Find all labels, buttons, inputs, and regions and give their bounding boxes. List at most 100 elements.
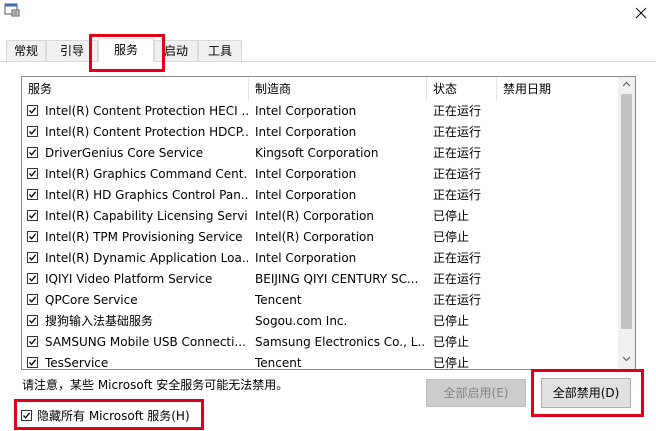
service-checkbox[interactable] (27, 126, 38, 137)
service-checkbox[interactable] (27, 252, 38, 263)
table-row[interactable]: Intel(R) Content Protection HDCP... Intel… (22, 122, 619, 143)
service-checkbox[interactable] (27, 189, 38, 200)
disable-date (503, 353, 613, 369)
tab-tools[interactable]: 工具 (198, 40, 242, 61)
table-row[interactable]: TesService Tencent 已停止 (22, 353, 619, 370)
service-name: Intel(R) Content Protection HECI ... (45, 104, 248, 118)
service-status: 正在运行 (433, 188, 482, 202)
service-checkbox[interactable] (27, 357, 38, 368)
column-header-disable-date[interactable]: 禁用日期 (497, 77, 619, 101)
service-checkbox[interactable] (27, 273, 38, 284)
tab-boot[interactable]: 引导 (46, 40, 98, 61)
service-checkbox[interactable] (27, 105, 38, 116)
checkmark-icon (29, 107, 37, 114)
tab-startup[interactable]: 启动 (154, 40, 198, 61)
service-checkbox[interactable] (27, 336, 38, 347)
scroll-down-button[interactable] (618, 352, 635, 369)
table-row[interactable]: Intel(R) Content Protection HECI ... Inte… (22, 101, 619, 122)
scrollbar-thumb[interactable] (621, 94, 632, 329)
msconfig-icon (4, 3, 20, 17)
service-name: Intel(R) HD Graphics Control Pan... (45, 188, 248, 202)
service-name: Intel(R) Capability Licensing Servi... (45, 209, 248, 223)
table-row[interactable]: DriverGenius Core Service Kingsoft Corpor… (22, 143, 619, 164)
service-status: 正在运行 (433, 125, 482, 139)
checkmark-icon (29, 128, 37, 135)
service-checkbox[interactable] (27, 210, 38, 221)
service-checkbox[interactable] (27, 231, 38, 242)
disable-date (503, 248, 613, 269)
vendor-name: Intel Corporation (255, 104, 357, 118)
vertical-scrollbar[interactable] (618, 77, 635, 369)
close-button[interactable] (630, 2, 652, 24)
hide-microsoft-services-label: 隐藏所有 Microsoft 服务(H) (37, 409, 190, 423)
disable-date (503, 164, 613, 185)
service-status: 正在运行 (433, 104, 482, 118)
disable-date (503, 269, 613, 290)
service-name: DriverGenius Core Service (45, 146, 204, 160)
service-name: IQIYI Video Platform Service (45, 272, 213, 286)
services-list[interactable]: 服务 制造商 状态 禁用日期 Intel(R) Content Protecti… (21, 76, 636, 370)
table-row[interactable]: 搜狗输入法基础服务 Sogou.com Inc. 已停止 (22, 311, 619, 332)
disable-date (503, 227, 613, 248)
service-checkbox[interactable] (27, 147, 38, 158)
service-status: 正在运行 (433, 251, 482, 265)
checkmark-icon (29, 338, 37, 345)
table-row[interactable]: Intel(R) Dynamic Application Loa... Intel… (22, 248, 619, 269)
checkmark-icon (29, 359, 37, 366)
vendor-name: Intel Corporation (255, 167, 357, 181)
service-name: SAMSUNG Mobile USB Connecti... (45, 335, 246, 349)
tab-general[interactable]: 常规 (6, 40, 46, 61)
checkmark-icon (29, 170, 37, 177)
disable-date (503, 122, 613, 143)
vendor-name: Samsung Electronics Co., L... (255, 335, 425, 349)
vendor-name: Intel Corporation (255, 125, 357, 139)
table-row[interactable]: IQIYI Video Platform Service BEIJING QIYI… (22, 269, 619, 290)
service-status: 正在运行 (433, 272, 482, 286)
column-header-vendor[interactable]: 制造商 (249, 77, 427, 101)
checkmark-icon (29, 149, 37, 156)
service-status: 已停止 (433, 335, 470, 349)
table-row[interactable]: SAMSUNG Mobile USB Connecti... Samsung El… (22, 332, 619, 353)
disable-date (503, 143, 613, 164)
checkbox[interactable] (21, 410, 32, 421)
checkmark-icon (29, 254, 37, 261)
tab-services[interactable]: 服务 (98, 38, 154, 62)
checkmark-icon (29, 233, 37, 240)
table-row[interactable]: QPCore Service Tencent 正在运行 (22, 290, 619, 311)
column-header-service[interactable]: 服务 (22, 77, 249, 101)
table-row[interactable]: Intel(R) Graphics Command Cent... Intel C… (22, 164, 619, 185)
service-status: 已停止 (433, 356, 470, 370)
service-name: QPCore Service (45, 293, 138, 307)
disable-date (503, 332, 613, 353)
checkmark-icon (29, 275, 37, 282)
vendor-name: Intel Corporation (255, 251, 357, 265)
vendor-name: Kingsoft Corporation (255, 146, 379, 160)
enable-all-button[interactable]: 全部启用(E) (426, 379, 526, 407)
service-status: 正在运行 (433, 293, 482, 307)
vendor-name: Tencent (255, 293, 302, 307)
disable-date (503, 311, 613, 332)
checkmark-icon (29, 212, 37, 219)
close-icon (630, 7, 652, 27)
vendor-name: Tencent (255, 356, 302, 370)
service-name: TesService (45, 356, 109, 370)
disable-date (503, 290, 613, 311)
table-row[interactable]: Intel(R) HD Graphics Control Pan... Intel… (22, 185, 619, 206)
checkmark-icon (29, 317, 37, 324)
service-status: 已停止 (433, 209, 470, 223)
scroll-up-button[interactable] (618, 77, 635, 94)
disable-all-button[interactable]: 全部禁用(D) (541, 378, 631, 408)
service-checkbox[interactable] (27, 168, 38, 179)
service-name: Intel(R) TPM Provisioning Service (45, 230, 243, 244)
chevron-up-icon (622, 80, 631, 90)
table-row[interactable]: Intel(R) TPM Provisioning Service Intel(R… (22, 227, 619, 248)
disable-date (503, 185, 613, 206)
vendor-name: BEIJING QIYI CENTURY SC... (255, 272, 419, 286)
column-header-status[interactable]: 状态 (427, 77, 497, 101)
checkmark-icon (29, 296, 37, 303)
service-status: 正在运行 (433, 167, 482, 181)
table-row[interactable]: Intel(R) Capability Licensing Servi... In… (22, 206, 619, 227)
service-checkbox[interactable] (27, 294, 38, 305)
service-checkbox[interactable] (27, 315, 38, 326)
vendor-name: Sogou.com Inc. (255, 314, 348, 328)
